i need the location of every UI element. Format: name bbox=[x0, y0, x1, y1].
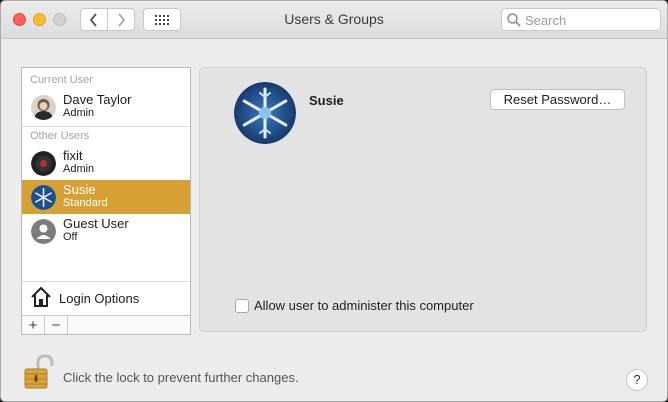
search-field[interactable]: Search bbox=[501, 8, 661, 31]
lock-icon[interactable] bbox=[21, 354, 55, 390]
search-placeholder: Search bbox=[525, 13, 567, 28]
house-icon bbox=[31, 286, 51, 307]
admin-checkbox[interactable] bbox=[235, 299, 249, 313]
user-picture[interactable] bbox=[234, 82, 296, 144]
user-detail-panel: Susie Reset Password… Allow user to admi… bbox=[199, 67, 647, 332]
preferences-window: Users & Groups Search Current User Dave … bbox=[0, 0, 668, 402]
avatar bbox=[31, 219, 56, 244]
add-remove-bar: + − bbox=[22, 315, 190, 334]
avatar bbox=[31, 95, 56, 120]
lock-message: Click the lock to prevent further change… bbox=[63, 370, 299, 385]
user-list: Current User Dave Taylor Admin Other Use… bbox=[21, 67, 191, 335]
titlebar: Users & Groups Search bbox=[1, 1, 667, 39]
user-name: fixit bbox=[63, 148, 83, 163]
user-item-susie[interactable]: Susie Standard bbox=[22, 180, 190, 214]
search-icon bbox=[507, 13, 521, 27]
other-users-header: Other Users bbox=[30, 130, 90, 142]
user-role: Admin bbox=[63, 107, 95, 119]
login-options-label: Login Options bbox=[59, 291, 140, 306]
user-role: Standard bbox=[63, 197, 108, 209]
reset-password-button[interactable]: Reset Password… bbox=[490, 89, 625, 110]
add-user-button[interactable]: + bbox=[22, 316, 45, 334]
user-item-fixit[interactable]: fixit Admin bbox=[22, 146, 190, 180]
user-name: Dave Taylor bbox=[63, 92, 132, 107]
user-name: Guest User bbox=[63, 216, 129, 231]
login-options-item[interactable]: Login Options bbox=[22, 281, 190, 315]
avatar bbox=[31, 151, 56, 176]
remove-user-button[interactable]: − bbox=[45, 316, 68, 334]
user-name: Susie bbox=[63, 182, 96, 197]
admin-checkbox-label[interactable]: Allow user to administer this computer bbox=[254, 298, 474, 313]
user-full-name: Susie bbox=[309, 93, 344, 108]
current-user-header: Current User bbox=[30, 74, 93, 86]
help-button[interactable]: ? bbox=[626, 369, 648, 391]
user-item-dave-taylor[interactable]: Dave Taylor Admin bbox=[22, 90, 190, 124]
user-role: Off bbox=[63, 231, 78, 243]
avatar bbox=[31, 185, 56, 210]
user-item-guest[interactable]: Guest User Off bbox=[22, 214, 190, 248]
divider bbox=[22, 126, 190, 127]
user-role: Admin bbox=[63, 163, 95, 175]
